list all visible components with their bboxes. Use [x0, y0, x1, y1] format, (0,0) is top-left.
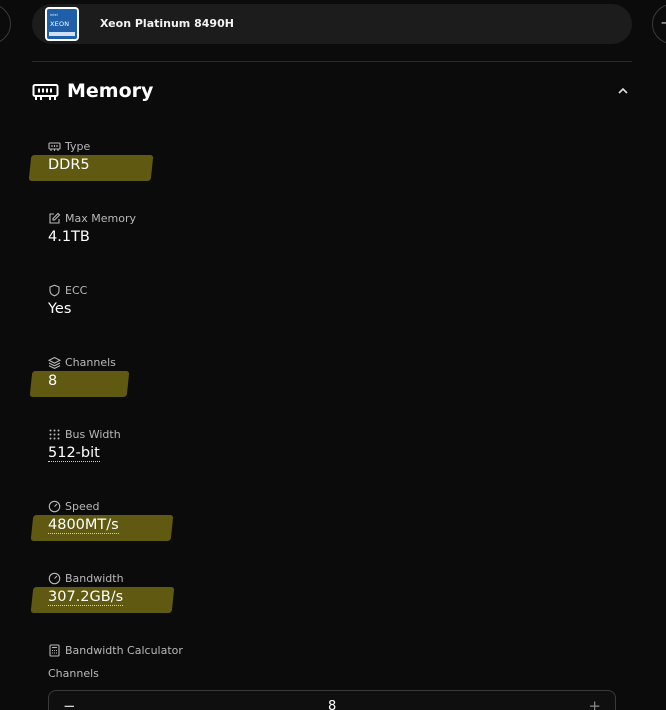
increment-button[interactable]: +: [588, 697, 601, 710]
spec-label: ECC: [65, 283, 88, 297]
spec-label: Max Memory: [65, 211, 136, 225]
spec-label: Bandwidth: [65, 571, 124, 585]
spec-value: 512-bit: [48, 445, 100, 462]
spec-label: Channels: [65, 355, 116, 369]
spec-max-memory: Max Memory 4.1TB: [48, 211, 136, 247]
channels-value: 8: [328, 699, 337, 710]
spec-value-tooltip-trigger[interactable]: 512-bit: [48, 443, 100, 463]
spec-value: 307.2GB/s: [48, 589, 124, 606]
memory-icon: [32, 84, 59, 100]
chevron-right-icon: →: [661, 16, 666, 31]
spec-value: 8: [48, 373, 58, 389]
spec-value-tooltip-trigger[interactable]: 4800MT/s: [30, 515, 174, 541]
spec-value-tooltip-trigger[interactable]: 307.2GB/s: [30, 587, 175, 613]
spec-ecc: ECC Yes: [48, 283, 87, 319]
spec-bus-width: Bus Width 512-bit: [48, 427, 121, 463]
processor-spec-page: → intel XEON Xeon Platinum 8490H Memory: [0, 0, 666, 710]
section-title: Memory: [67, 80, 154, 102]
calculator-label: Bandwidth Calculator: [65, 643, 183, 657]
spec-label: Speed: [65, 499, 100, 513]
grid-dots-icon: [49, 429, 60, 439]
shield-icon: [49, 284, 60, 296]
channels-label: Channels: [48, 667, 99, 680]
decrement-button[interactable]: −: [63, 697, 76, 710]
spec-type: Type DDR5: [28, 139, 154, 181]
memory-chip-icon: [48, 141, 61, 151]
channels-stepper[interactable]: − 8 +: [48, 690, 616, 710]
divider: [32, 61, 632, 62]
spec-bandwidth: Bandwidth 307.2GB/s: [30, 571, 175, 613]
processor-name: Xeon Platinum 8490H: [100, 17, 234, 30]
intel-xeon-logo: intel XEON: [45, 7, 79, 41]
highlight-mark: [29, 371, 130, 397]
spec-label: Bus Width: [65, 427, 121, 441]
spec-label: Type: [65, 139, 91, 153]
calculator-icon: [49, 643, 60, 657]
gauge-icon: [48, 500, 61, 512]
layers-icon: [48, 356, 61, 369]
spec-value: DDR5: [48, 157, 90, 173]
edit-icon: [49, 212, 61, 224]
gauge-icon: [48, 572, 61, 584]
spec-channels: Channels 8: [29, 355, 130, 397]
next-button[interactable]: →: [652, 4, 666, 44]
spec-value: 4.1TB: [48, 229, 90, 245]
bandwidth-calculator-heading: Bandwidth Calculator: [48, 643, 183, 657]
selected-processor[interactable]: intel XEON Xeon Platinum 8490H: [32, 4, 632, 44]
memory-section-header[interactable]: Memory: [32, 78, 632, 106]
spec-value: 4800MT/s: [48, 517, 119, 534]
spec-value: Yes: [48, 301, 72, 317]
spec-speed: Speed 4800MT/s: [30, 499, 174, 541]
previous-button[interactable]: [0, 4, 11, 44]
chevron-up-icon[interactable]: [616, 84, 630, 98]
